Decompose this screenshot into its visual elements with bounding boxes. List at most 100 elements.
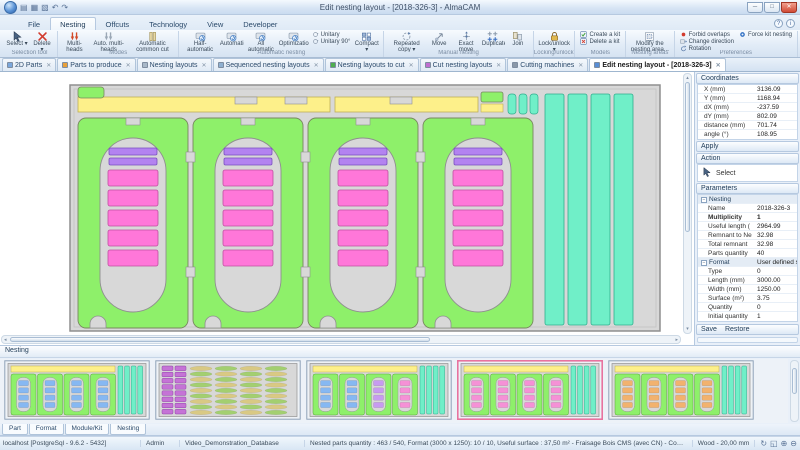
- nesting-thumbnail-layout-3[interactable]: [306, 360, 452, 422]
- ribbon-button-half-automatic[interactable]: Half-automatic: [182, 31, 217, 52]
- remnant-strip[interactable]: [567, 93, 588, 326]
- doc-tab-cutting-machines[interactable]: Cutting machines ✕: [507, 58, 589, 71]
- parameter-value[interactable]: 2018-326-3: [757, 205, 797, 212]
- nesting-thumbnail-layout-5[interactable]: [608, 360, 754, 422]
- coordinate-value[interactable]: -237.59: [757, 104, 797, 111]
- ribbon-button-select[interactable]: Select ▾: [5, 31, 29, 52]
- panel-part[interactable]: [77, 117, 189, 329]
- nesting-thumbnail-layout-1[interactable]: [4, 360, 150, 422]
- menu-tab-nesting[interactable]: Nesting: [50, 17, 96, 30]
- action-current-tool[interactable]: Select: [697, 164, 798, 182]
- ribbon-button-lock-unlock[interactable]: Lock/unlock ▾: [537, 31, 572, 52]
- panel-part[interactable]: [307, 117, 419, 329]
- zoom-out-icon[interactable]: ⊖: [790, 439, 797, 448]
- ribbon-button-delete-a-kit[interactable]: Delete a kit: [578, 38, 622, 45]
- info-icon[interactable]: i: [786, 19, 795, 28]
- ribbon-button-automatic[interactable]: Automatic: [219, 31, 244, 52]
- refresh-icon[interactable]: ↻: [760, 439, 767, 448]
- panel-part[interactable]: [192, 117, 304, 329]
- ribbon-button-exact-move[interactable]: Exact move: [452, 31, 480, 52]
- ribbon-button-move[interactable]: Move: [427, 31, 451, 52]
- ribbon-button-all-automatic[interactable]: All automatic: [245, 31, 277, 52]
- minimize-button[interactable]: ─: [747, 1, 763, 13]
- menu-tab-offcuts[interactable]: Offcuts: [96, 17, 140, 30]
- doc-tab-cut-nesting-layouts[interactable]: Cut nesting layouts ✕: [419, 58, 507, 71]
- close-tab-icon[interactable]: ✕: [716, 62, 721, 69]
- close-tab-icon[interactable]: ✕: [314, 62, 319, 69]
- remnant-strip[interactable]: [590, 93, 611, 326]
- import-icon[interactable]: ▤: [20, 1, 28, 14]
- coordinates-header[interactable]: Coordinates: [696, 73, 799, 84]
- window-icon[interactable]: ▦: [31, 1, 39, 14]
- nesting-sheet-drawing[interactable]: [60, 82, 664, 334]
- ribbon-button-forbid-overlaps[interactable]: Forbid overlaps: [678, 31, 736, 38]
- ribbon-button-unitary-90[interactable]: Unitary 90°: [310, 38, 353, 45]
- app-menu-button[interactable]: [4, 0, 17, 14]
- nesting-canvas[interactable]: ▴ ▾ ◂ ▸: [0, 72, 693, 345]
- canvas-vertical-scrollbar[interactable]: ▴ ▾: [683, 73, 692, 334]
- redo-icon[interactable]: ↷: [61, 1, 68, 14]
- parameter-value[interactable]: 40: [757, 250, 797, 257]
- menu-tab-file[interactable]: File: [18, 17, 50, 30]
- apply-header[interactable]: Apply: [696, 141, 799, 152]
- doc-tab-edit-nesting-layout-2018-326-3[interactable]: Edit nesting layout - [2018-326-3] ✕: [589, 58, 726, 71]
- strip-scrollbar[interactable]: [790, 360, 799, 422]
- menu-tab-developer[interactable]: Developer: [233, 17, 287, 30]
- ribbon-button-create-a-kit[interactable]: Create a kit: [578, 31, 622, 38]
- bottom-tab-part[interactable]: Part: [2, 424, 28, 435]
- parameter-value[interactable]: 2964.99: [757, 223, 797, 230]
- parameter-value[interactable]: 0: [757, 268, 797, 275]
- help-icon[interactable]: ?: [774, 19, 783, 28]
- parameter-value[interactable]: 0: [757, 304, 797, 311]
- fit-view-icon[interactable]: ◱: [770, 439, 778, 448]
- coordinate-value[interactable]: 108.95: [757, 131, 797, 138]
- ribbon-button-repeated-copy[interactable]: Repeated copy ▾: [387, 31, 426, 52]
- doc-tab-nesting-layouts[interactable]: Nesting layouts ✕: [136, 58, 212, 71]
- ribbon-button-multi-heads[interactable]: Multi-heads: [61, 31, 88, 52]
- parameter-value[interactable]: 1250.00: [757, 286, 797, 293]
- parameter-value[interactable]: 3000.00: [757, 277, 797, 284]
- ribbon-button-duplicate[interactable]: Duplicate: [481, 31, 505, 52]
- doc-tab-parts-to-produce[interactable]: Parts to produce ✕: [57, 58, 136, 71]
- close-tab-icon[interactable]: ✕: [202, 62, 207, 69]
- zoom-in-icon[interactable]: ⊕: [781, 439, 788, 448]
- ribbon-button-auto-multi-heads[interactable]: Auto. multi-heads: [89, 31, 129, 52]
- coordinate-value[interactable]: 1168.94: [757, 95, 797, 102]
- ribbon-button-change-direction[interactable]: Change direction: [678, 38, 736, 45]
- collapse-icon[interactable]: −: [701, 259, 707, 266]
- close-tab-icon[interactable]: ✕: [496, 62, 501, 69]
- coordinate-value[interactable]: 3136.09: [757, 86, 797, 93]
- parameters-header[interactable]: Parameters: [696, 183, 799, 194]
- ribbon-button-optimization[interactable]: Optimization: [278, 31, 309, 52]
- ribbon-button-join[interactable]: Join: [506, 31, 530, 52]
- parameter-value[interactable]: 32.98: [757, 241, 797, 248]
- close-tab-icon[interactable]: ✕: [46, 62, 51, 69]
- doc-tab-2d-parts[interactable]: 2D Parts ✕: [2, 58, 57, 71]
- menu-tab-technology[interactable]: Technology: [139, 17, 197, 30]
- bottom-tab-module-kit[interactable]: Module/Kit: [64, 424, 110, 435]
- ribbon-button-force-kit-nesting[interactable]: Force kit nesting: [737, 31, 794, 38]
- parameter-value[interactable]: User defined sheets: [757, 259, 797, 266]
- parameter-value[interactable]: 1: [757, 313, 797, 320]
- remnant-strip[interactable]: [613, 93, 634, 326]
- close-tab-icon[interactable]: ✕: [126, 62, 131, 69]
- ribbon-button-automatic-common-cut[interactable]: Automatic common cut: [129, 31, 175, 52]
- close-tab-icon[interactable]: ✕: [578, 62, 583, 69]
- close-tab-icon[interactable]: ✕: [409, 62, 414, 69]
- close-button[interactable]: ✕: [781, 1, 797, 13]
- nesting-thumbnail-layout-4-selected[interactable]: [457, 360, 603, 422]
- tiles-icon[interactable]: ▧: [41, 1, 49, 14]
- parameter-value[interactable]: 1: [757, 214, 797, 221]
- remnant-strip[interactable]: [544, 93, 565, 326]
- restore-button[interactable]: Restore: [725, 326, 750, 333]
- bottom-tab-format[interactable]: Format: [28, 424, 64, 435]
- ribbon-button-compact[interactable]: Compact ▾: [353, 31, 380, 52]
- save-button[interactable]: Save: [701, 326, 717, 333]
- canvas-horizontal-scrollbar[interactable]: ◂ ▸: [1, 335, 681, 344]
- action-header[interactable]: Action: [696, 153, 799, 164]
- menu-tab-view[interactable]: View: [197, 17, 233, 30]
- ribbon-button-modify-the-nesting-area[interactable]: Modify the nesting area... ▾: [629, 31, 670, 52]
- maximize-button[interactable]: □: [764, 1, 780, 13]
- ribbon-button-delete[interactable]: Delete ▾: [30, 31, 54, 52]
- ribbon-button-unitary[interactable]: Unitary: [310, 31, 353, 38]
